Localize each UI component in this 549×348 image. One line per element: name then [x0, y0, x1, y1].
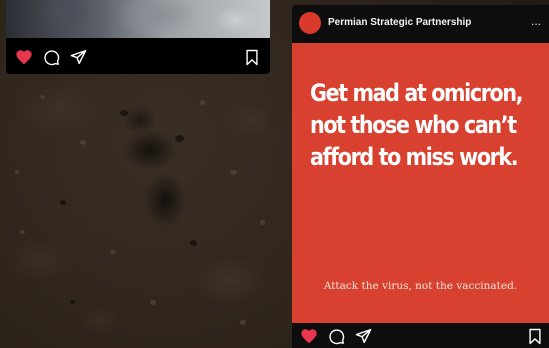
- headline-line: Get mad at omicron,: [310, 79, 524, 107]
- dirt-speck: [150, 300, 156, 305]
- dirt-speck: [80, 140, 86, 145]
- dirt-speck: [240, 320, 246, 325]
- dirt-speck: [175, 135, 184, 142]
- bookmark-icon[interactable]: [528, 328, 542, 345]
- post-image: Get mad at omicron, not those who can’t …: [292, 43, 549, 323]
- dirt-speck: [260, 220, 265, 225]
- dirt-speck: [120, 110, 128, 116]
- comment-icon[interactable]: [328, 328, 345, 345]
- dirt-speck: [40, 95, 45, 99]
- headline: Get mad at omicron, not those who can’t …: [310, 77, 524, 173]
- dirt-speck: [200, 100, 205, 105]
- right-post-actions: [292, 323, 549, 348]
- comment-icon[interactable]: [43, 49, 60, 66]
- dirt-speck: [110, 250, 116, 254]
- right-post-card: Permian Strategic Partnership ... Get ma…: [292, 5, 549, 348]
- post-header: Permian Strategic Partnership ...: [292, 5, 549, 43]
- dirt-speck: [230, 170, 237, 175]
- dirt-speck: [15, 170, 19, 174]
- share-icon[interactable]: [70, 49, 87, 65]
- bookmark-icon[interactable]: [245, 49, 259, 66]
- top-post-actions: [6, 44, 270, 70]
- dirt-speck: [60, 200, 66, 205]
- dirt-speck: [70, 300, 75, 304]
- dirt-speck: [20, 230, 25, 234]
- share-icon[interactable]: [355, 328, 372, 344]
- headline-line: not those who can’t: [310, 111, 517, 139]
- account-name[interactable]: Permian Strategic Partnership: [328, 17, 471, 28]
- avatar[interactable]: [299, 12, 321, 34]
- top-post-card: [6, 0, 270, 74]
- top-post-photo: [6, 0, 270, 38]
- heart-icon[interactable]: [15, 49, 33, 65]
- more-options-icon[interactable]: ...: [531, 15, 541, 27]
- heart-icon[interactable]: [300, 328, 318, 344]
- tagline: Attack the virus, not the vaccinated.: [323, 280, 518, 292]
- headline-line: afford to miss work.: [310, 143, 519, 171]
- dirt-speck: [190, 240, 197, 246]
